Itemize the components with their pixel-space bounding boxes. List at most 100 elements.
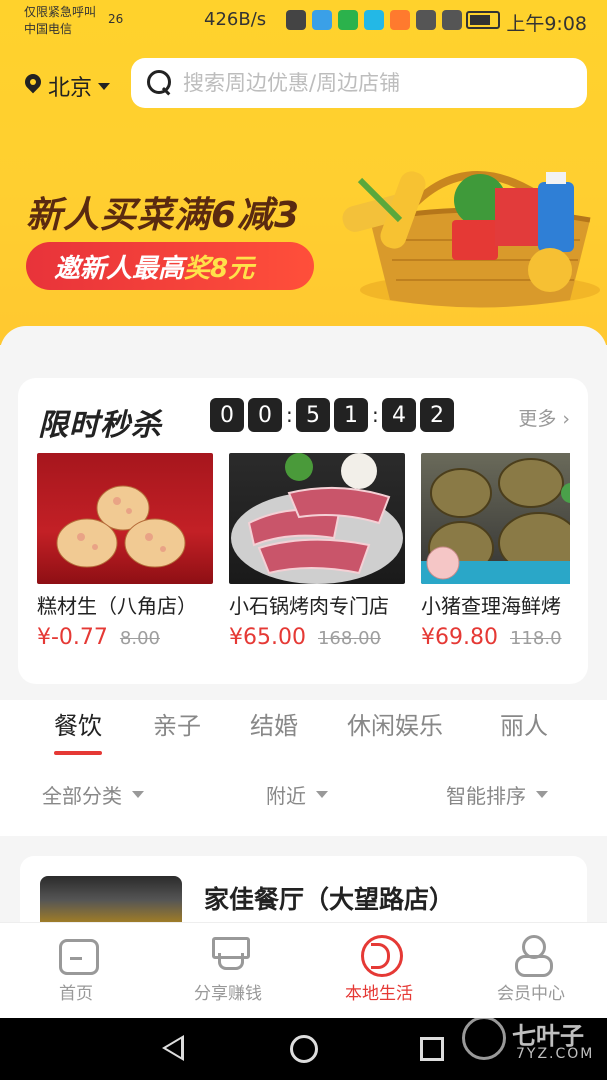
search-icon — [147, 70, 173, 96]
local-life-icon — [359, 933, 403, 977]
home-button-icon[interactable] — [290, 1035, 318, 1063]
home-icon — [56, 933, 99, 975]
nav-home[interactable]: 首页 — [21, 933, 131, 1004]
countdown-digit: 4 — [382, 398, 416, 432]
back-icon[interactable] — [162, 1035, 184, 1061]
nav-label: 会员中心 — [497, 984, 565, 1004]
pastry-photo — [37, 453, 213, 584]
flash-sale-title: 限时秒杀 — [38, 408, 162, 443]
carrier-info: 仅限紧急呼叫 中国电信 — [24, 4, 96, 38]
filter-label: 智能排序 — [446, 784, 526, 808]
search-bar[interactable] — [131, 58, 587, 108]
tab-leisure[interactable]: 休闲娱乐 — [347, 706, 443, 741]
nav-member-center[interactable]: 会员中心 — [476, 933, 586, 1004]
countdown-digit: 1 — [334, 398, 368, 432]
filter-nearby[interactable]: 附近 — [266, 780, 328, 809]
deal-prices: ¥-0.77 8.00 — [37, 625, 213, 650]
video-app-icon — [364, 10, 384, 30]
invite-highlight: 奖8元 — [184, 253, 255, 284]
filter-all-categories[interactable]: 全部分类 — [42, 780, 144, 809]
flash-sale-list: 糕材生（八角店） ¥-0.77 8.00 小石锅烤肉专门店 ¥65.00 168… — [37, 453, 570, 653]
play-app-icon — [390, 10, 410, 30]
search-input[interactable] — [183, 71, 563, 95]
network-speed: 426B/s — [204, 9, 267, 30]
notification-icons — [286, 10, 462, 30]
countdown-digit: 2 — [420, 398, 454, 432]
carrier-line-2: 中国电信 — [24, 22, 73, 36]
leaf-logo-icon — [462, 1016, 506, 1060]
invite-promo-button[interactable]: 邀新人最高 奖8元 — [26, 242, 314, 290]
carrier-line-1: 仅限紧急呼叫 — [24, 5, 97, 19]
deal-original-price: 168.00 — [317, 628, 381, 649]
more-link[interactable]: 更多 › — [518, 404, 570, 431]
flash-sale-item[interactable]: 糕材生（八角店） ¥-0.77 8.00 — [37, 453, 213, 653]
meat-image — [231, 453, 403, 584]
category-tabs: 餐饮 亲子 结婚 休闲娱乐 丽人 — [0, 706, 607, 756]
deal-prices: ¥65.00 168.00 — [229, 625, 405, 650]
countdown-digit: 5 — [296, 398, 330, 432]
tab-beauty[interactable]: 丽人 — [500, 706, 548, 741]
clock: 上午9:08 — [506, 13, 587, 35]
category-bar: 餐饮 亲子 结婚 休闲娱乐 丽人 全部分类 附近 智能排序 — [0, 700, 607, 836]
nav-label: 本地生活 — [345, 984, 413, 1004]
abalone-image — [421, 458, 570, 584]
user-icon — [511, 933, 553, 977]
deal-price: ¥65.00 — [229, 625, 306, 650]
watermark: 七叶子 7YZ.COM — [456, 1010, 606, 1070]
deal-name: 小猪查理海鲜烤 — [421, 594, 561, 618]
more-label: 更多 — [518, 408, 557, 430]
countdown-timer: 0 0 : 5 1 : 4 2 — [210, 398, 454, 432]
promo-title[interactable]: 新人买菜满6减3 — [26, 186, 300, 238]
deal-name: 小石锅烤肉专门店 — [229, 594, 389, 618]
grocery-basket-image — [342, 171, 600, 308]
network-indicator: 26 — [108, 12, 124, 26]
deal-price: ¥-0.77 — [37, 625, 108, 650]
app-root: 仅限紧急呼叫 中国电信 26 426B/s 上午9:08 北京 搜索周边优惠/周… — [0, 0, 607, 1080]
flash-sale-item[interactable]: 小猪查理海鲜烤 ¥69.80 118.0 — [421, 453, 570, 653]
graduation-cap-icon — [208, 933, 248, 973]
bbq-meat-photo — [229, 453, 405, 584]
nav-share-earn[interactable]: 分享赚钱 — [173, 933, 283, 1004]
iqiyi-icon — [338, 10, 358, 30]
city-name: 北京 — [48, 76, 93, 101]
pastry-image — [56, 485, 186, 568]
abalone-photo — [421, 453, 570, 584]
recent-apps-icon[interactable] — [420, 1037, 444, 1061]
filter-bar: 全部分类 附近 智能排序 — [0, 780, 607, 810]
chevron-right-icon: › — [556, 408, 570, 430]
flash-sale-card: 限时秒杀 0 0 : 5 1 : 4 2 更多 › 糕材生（八角店） ¥-0.7… — [18, 378, 588, 684]
nav-label: 分享赚钱 — [194, 984, 262, 1004]
filter-label: 附近 — [266, 784, 306, 808]
filter-smart-sort[interactable]: 智能排序 — [446, 780, 548, 809]
chevron-down-icon — [316, 791, 328, 798]
nav-local-life[interactable]: 本地生活 — [324, 933, 434, 1004]
countdown-colon: : — [286, 403, 293, 427]
nfc-icon — [442, 10, 462, 30]
filter-label: 全部分类 — [42, 784, 122, 808]
header-banner-area: 仅限紧急呼叫 中国电信 26 426B/s 上午9:08 北京 搜索周边优惠/周… — [0, 0, 607, 345]
chevron-down-icon — [98, 82, 111, 90]
flash-sale-item[interactable]: 小石锅烤肉专门店 ¥65.00 168.00 — [229, 453, 405, 653]
status-bar: 仅限紧急呼叫 中国电信 26 426B/s 上午9:08 — [0, 0, 607, 44]
hourglass-icon — [286, 10, 306, 30]
deal-name: 糕材生（八角店） — [37, 594, 197, 618]
tab-dining[interactable]: 餐饮 — [54, 706, 102, 755]
deal-original-price: 118.0 — [509, 628, 562, 649]
restaurant-name: 家佳餐厅（大望路店） — [204, 885, 455, 914]
bottom-navigation: 首页 分享赚钱 本地生活 会员中心 — [0, 922, 607, 1018]
deal-original-price: 8.00 — [119, 628, 160, 649]
tab-wedding[interactable]: 结婚 — [250, 706, 298, 741]
nav-label: 首页 — [59, 984, 93, 1004]
battery-icon — [466, 11, 500, 29]
eye-icon — [416, 10, 436, 30]
countdown-colon: : — [372, 403, 379, 427]
deal-prices: ¥69.80 118.0 — [421, 625, 570, 650]
location-pin-icon — [24, 74, 42, 98]
watermark-subtext: 7YZ.COM — [516, 1046, 595, 1062]
city-selector[interactable]: 北京 — [24, 70, 111, 102]
countdown-digit: 0 — [248, 398, 282, 432]
tab-family[interactable]: 亲子 — [153, 706, 201, 741]
chevron-down-icon — [132, 791, 144, 798]
chevron-down-icon — [536, 791, 548, 798]
invite-prefix: 邀新人最高 — [54, 253, 185, 284]
